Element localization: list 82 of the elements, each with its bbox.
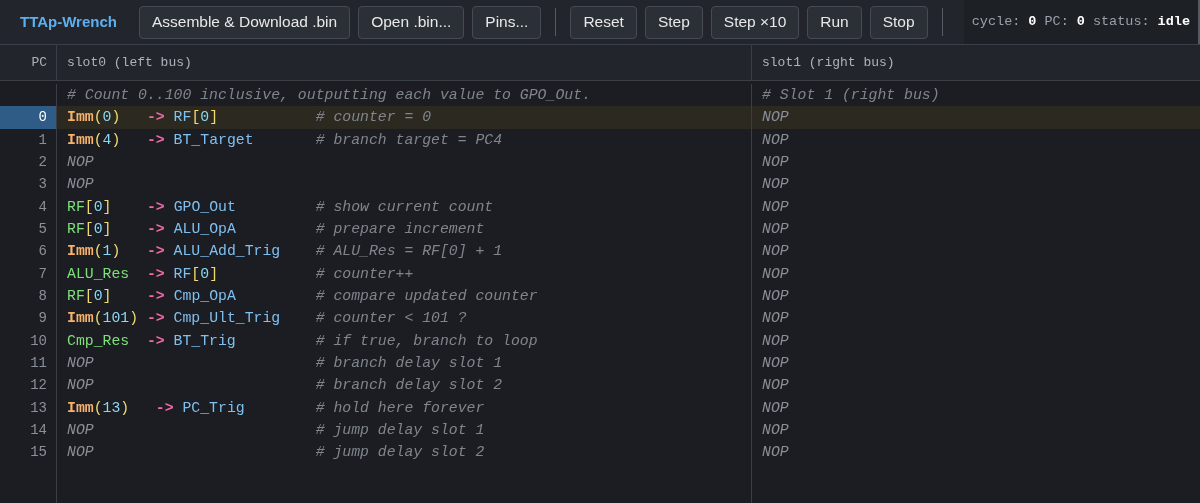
code-comment: # hold here forever [315, 398, 485, 418]
code-instruction: NOP [762, 108, 789, 128]
code-instruction: NOP [762, 286, 789, 306]
code-comment: # if true, branch to loop [315, 331, 538, 351]
code-instruction: Imm(101) -> Cmp_Ult_Trig [67, 309, 282, 329]
code-instruction: NOP [67, 175, 94, 195]
line-number: 12 [0, 374, 57, 397]
status-value: 0 [1028, 12, 1037, 31]
code-instruction: NOP [762, 353, 789, 373]
code-instruction: NOP [762, 376, 789, 396]
toolbar-button[interactable]: Step ×10 [710, 5, 800, 39]
line-number: 15 [0, 441, 57, 464]
toolbar-button[interactable]: Reset [570, 5, 637, 39]
code-instruction: ALU_Res -> RF[0] [67, 264, 220, 284]
code-instruction: RF[0] -> ALU_OpA [67, 219, 237, 239]
code-instruction: RF[0] -> GPO_Out [67, 197, 237, 217]
code-instruction: NOP [762, 175, 789, 195]
code-instruction: NOP [67, 153, 94, 172]
code-instruction: RF[0] -> Cmp_OpA [67, 286, 237, 306]
code-instruction: NOP [762, 242, 789, 262]
app-title: TTAp-Wrench [20, 11, 117, 32]
code-instruction: NOP [762, 443, 789, 463]
code-instruction: Imm(4) -> BT_Target [67, 130, 255, 150]
status-label: PC: [1044, 12, 1069, 31]
status-label: status: [1092, 12, 1150, 31]
column-header: slot0 (left bus) [57, 45, 752, 80]
toolbar-button[interactable]: Run [807, 5, 862, 39]
code-instruction: NOP [762, 153, 789, 172]
code-instruction: Imm(13) -> PC_Trig [67, 398, 246, 418]
code-comment: # compare updated counter [315, 286, 538, 306]
code-comment: # branch target = PC4 [315, 130, 503, 150]
line-number: 3 [0, 173, 57, 196]
line-number: 8 [0, 284, 57, 308]
line-number: 6 [0, 240, 57, 263]
line-number: 10 [0, 329, 57, 352]
column-header: slot1 (right bus) [761, 54, 896, 72]
line-number: 0 [0, 106, 57, 129]
code-instruction: NOP [762, 420, 789, 440]
status-label: cycle: [971, 12, 1021, 31]
status-value: 0 [1076, 12, 1085, 31]
line-number: 1 [0, 128, 57, 151]
line-number: 5 [0, 217, 57, 241]
line-number: 9 [0, 307, 57, 330]
code-instruction: NOP [67, 443, 95, 463]
code-comment: # counter++ [315, 264, 414, 284]
line-number: 2 [0, 151, 57, 174]
line-number: 7 [0, 262, 57, 285]
code-comment: # show current count [315, 197, 494, 217]
code-instruction: NOP [762, 309, 789, 329]
toolbar-button[interactable]: Open .bin... [358, 5, 465, 39]
code-instruction: NOP [762, 398, 789, 418]
toolbar-button[interactable]: Assemble & Download .bin [138, 5, 351, 39]
code-instruction: NOP [67, 353, 95, 373]
code-comment: # Count 0..100 inclusive, outputting each value to GPO_Out. [67, 86, 591, 105]
line-number: 4 [0, 195, 57, 218]
code-instruction: NOP [762, 197, 789, 217]
column-header: PC [0, 45, 57, 80]
code-comment: # branch delay slot 1 [315, 353, 503, 373]
toolbar-button[interactable]: Step [644, 5, 703, 39]
code-instruction: NOP [762, 264, 789, 284]
code-comment: # prepare increment [315, 219, 485, 239]
code-instruction: Cmp_Res -> BT_Trig [67, 331, 237, 351]
code-comment: # jump delay slot 2 [315, 443, 485, 463]
code-instruction: NOP [67, 376, 95, 396]
code-comment: # ALU_Res = RF[0] + 1 [315, 242, 503, 262]
code-comment: # jump delay slot 1 [315, 420, 485, 440]
code-comment: # counter = 0 [315, 108, 432, 128]
code-instruction: Imm(1) -> ALU_Add_Trig [67, 242, 282, 262]
code-instruction: NOP [762, 331, 789, 351]
line-number: 11 [0, 351, 57, 375]
toolbar-button[interactable]: Pins... [472, 5, 542, 39]
code-comment: # Slot 1 (right bus) [762, 86, 940, 105]
line-number: 14 [0, 418, 57, 442]
code-comment: # branch delay slot 2 [315, 376, 503, 396]
code-instruction: NOP [762, 130, 789, 150]
code-instruction: NOP [762, 219, 789, 239]
code-instruction: NOP [67, 420, 95, 440]
code-comment: # counter < 101 ? [315, 309, 467, 329]
toolbar-button[interactable]: Stop [869, 5, 928, 39]
code-instruction: Imm(0) -> RF[0] [67, 108, 220, 128]
line-number: 13 [0, 396, 57, 419]
status-value: idle [1157, 12, 1190, 31]
